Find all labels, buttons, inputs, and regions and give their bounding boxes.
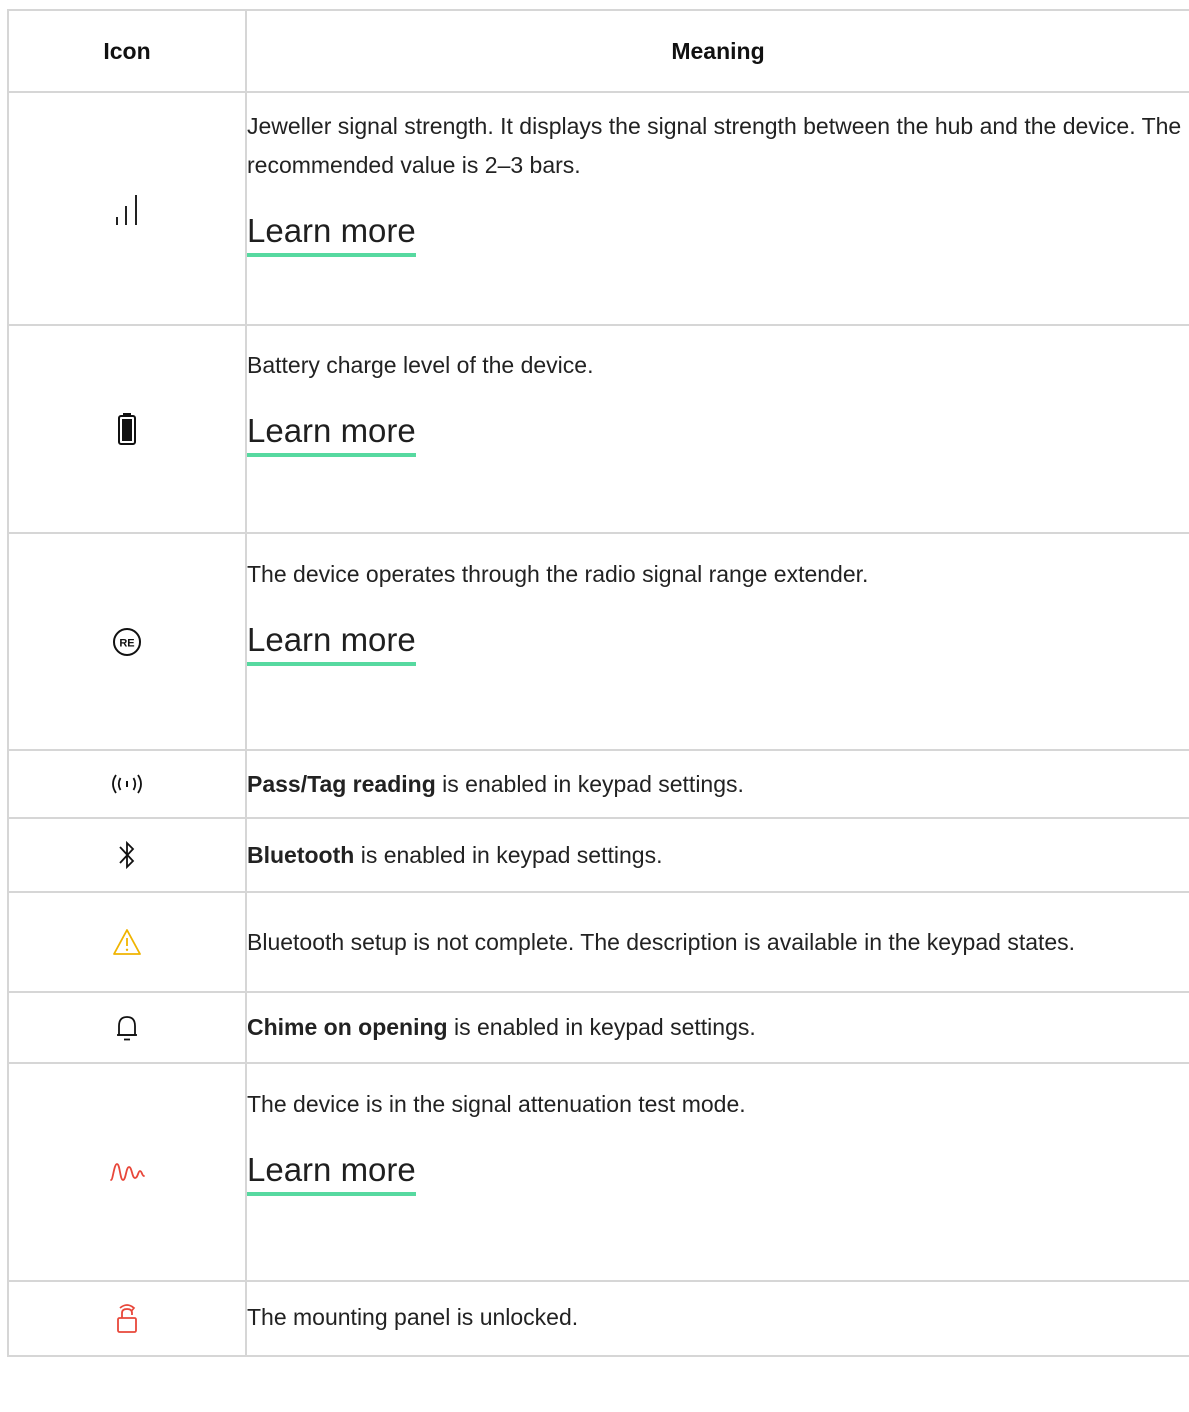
table-row: Bluetooth setup is not complete. The des… (7, 891, 1189, 993)
meaning-cell: The device operates through the radio si… (245, 532, 1189, 751)
bell-icon (114, 1013, 140, 1043)
signal-strength-icon (109, 191, 145, 227)
meaning-cell: The mounting panel is unlocked. (245, 1280, 1189, 1357)
meaning-cell: Jeweller signal strength. It displays th… (245, 91, 1189, 326)
icon-cell (7, 91, 247, 326)
learn-more-link[interactable]: Learn more (247, 211, 416, 257)
icon-cell (7, 324, 247, 534)
signal-attenuation-icon (109, 1160, 145, 1184)
row-description-bold: Pass/Tag reading (247, 770, 436, 797)
row-description: The mounting panel is unlocked. (247, 1304, 579, 1330)
learn-more-link[interactable]: Learn more (247, 411, 416, 457)
icon-cell (7, 891, 247, 993)
icons-table: Icon Meaning Jeweller signal strength. I… (7, 9, 1189, 1357)
row-description-rest: is enabled in keypad settings. (435, 770, 744, 797)
header-icon: Icon (7, 9, 247, 93)
learn-more-link[interactable]: Learn more (247, 620, 416, 666)
icon-cell (7, 1280, 247, 1357)
meaning-cell: Chime on opening is enabled in keypad se… (245, 991, 1189, 1064)
row-description: Bluetooth is enabled in keypad settings. (247, 836, 1189, 875)
meaning-cell: The device is in the signal attenuation … (245, 1062, 1189, 1282)
pass-tag-reading-icon (109, 773, 145, 795)
icon-cell (7, 991, 247, 1064)
row-description: The device is in the signal attenuation … (247, 1091, 746, 1117)
meaning-cell: Battery charge level of the device. Lear… (245, 324, 1189, 534)
row-description: Jeweller signal strength. It displays th… (247, 113, 1182, 178)
table-row: Jeweller signal strength. It displays th… (7, 91, 1189, 326)
row-description: Bluetooth setup is not complete. The des… (247, 928, 1076, 955)
table-row: The mounting panel is unlocked. (7, 1280, 1189, 1357)
row-description-bold: Chime on opening (247, 1014, 448, 1040)
bluetooth-icon (116, 838, 138, 872)
table-row: The device is in the signal attenuation … (7, 1062, 1189, 1282)
row-description: The device operates through the radio si… (247, 561, 869, 587)
table-row: Pass/Tag reading is enabled in keypad se… (7, 749, 1189, 819)
table-row: Bluetooth is enabled in keypad settings. (7, 817, 1189, 893)
meaning-cell: Bluetooth is enabled in keypad settings. (245, 817, 1189, 893)
row-description: Battery charge level of the device. (247, 352, 594, 378)
table-row: RE The device operates through the radio… (7, 532, 1189, 751)
table-row: Battery charge level of the device. Lear… (7, 324, 1189, 534)
learn-more-link[interactable]: Learn more (247, 1150, 416, 1196)
range-extender-icon-text: RE (119, 637, 134, 649)
battery-icon (117, 412, 137, 446)
icon-cell: RE (7, 532, 247, 751)
icon-cell (7, 817, 247, 893)
row-description-rest: is enabled in keypad settings. (447, 1014, 756, 1040)
row-description: Pass/Tag reading is enabled in keypad se… (247, 765, 1189, 804)
row-description-bold: Bluetooth (247, 841, 355, 868)
icon-cell (7, 1062, 247, 1282)
meaning-cell: Pass/Tag reading is enabled in keypad se… (245, 749, 1189, 819)
table-row: Chime on opening is enabled in keypad se… (7, 991, 1189, 1064)
range-extender-icon: RE (112, 627, 142, 657)
icon-cell (7, 749, 247, 819)
header-meaning: Meaning (245, 9, 1189, 93)
warning-icon (112, 928, 142, 956)
row-description-rest: is enabled in keypad settings. (354, 841, 663, 868)
table-header-row: Icon Meaning (7, 9, 1189, 93)
unlocked-panel-icon (112, 1302, 142, 1336)
meaning-cell: Bluetooth setup is not complete. The des… (245, 891, 1189, 993)
row-description: Chime on opening is enabled in keypad se… (247, 1008, 1189, 1047)
